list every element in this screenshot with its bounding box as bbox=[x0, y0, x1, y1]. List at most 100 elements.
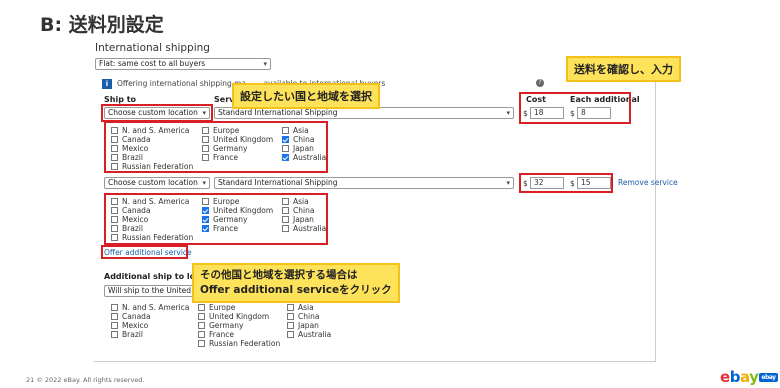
checkbox-unchecked-icon[interactable] bbox=[287, 331, 294, 338]
checkbox-unchecked-icon[interactable] bbox=[111, 207, 118, 214]
checkbox-checked-icon[interactable] bbox=[282, 154, 289, 161]
region-checkbox[interactable]: Canada bbox=[111, 135, 151, 144]
checkbox-unchecked-icon[interactable] bbox=[111, 145, 118, 152]
checkbox-unchecked-icon[interactable] bbox=[287, 304, 294, 311]
highlight-cost-2 bbox=[519, 173, 613, 193]
checkbox-unchecked-icon[interactable] bbox=[198, 340, 205, 347]
checkbox-unchecked-icon[interactable] bbox=[198, 313, 205, 320]
region-label: Mexico bbox=[122, 144, 149, 153]
checkbox-checked-icon[interactable] bbox=[202, 225, 209, 232]
region-checkbox[interactable]: Canada bbox=[111, 312, 151, 321]
footer: 21 © 2022 eBay. All rights reserved. bbox=[26, 376, 145, 384]
region-label: Germany bbox=[213, 215, 248, 224]
region-checkbox[interactable]: Russian Federation bbox=[198, 339, 280, 348]
checkbox-unchecked-icon[interactable] bbox=[282, 145, 289, 152]
col-ship-to: Ship to bbox=[104, 95, 137, 104]
region-checkbox[interactable]: China bbox=[282, 135, 314, 144]
region-checkbox[interactable]: Australia bbox=[282, 153, 326, 162]
region-label: Asia bbox=[293, 197, 309, 206]
checkbox-checked-icon[interactable] bbox=[202, 216, 209, 223]
checkbox-unchecked-icon[interactable] bbox=[111, 313, 118, 320]
region-checkbox[interactable]: Japan bbox=[282, 144, 314, 153]
region-label: France bbox=[213, 224, 238, 233]
checkbox-checked-icon[interactable] bbox=[282, 136, 289, 143]
checkbox-unchecked-icon[interactable] bbox=[282, 198, 289, 205]
region-checkbox[interactable]: Asia bbox=[287, 303, 314, 312]
region-checkbox[interactable]: Brazil bbox=[111, 153, 143, 162]
checkbox-unchecked-icon[interactable] bbox=[111, 322, 118, 329]
checkbox-unchecked-icon[interactable] bbox=[111, 216, 118, 223]
ship-to-select-2[interactable]: Choose custom location ▾ bbox=[104, 177, 210, 189]
callout-offer-additional: その他国と地域を選択する場合は Offer additional service… bbox=[192, 263, 400, 303]
region-checkbox[interactable]: Asia bbox=[282, 197, 309, 206]
region-checkbox[interactable]: Russian Federation bbox=[111, 162, 193, 171]
region-checkbox[interactable]: Australia bbox=[282, 224, 326, 233]
region-checkbox[interactable]: United Kingdom bbox=[198, 312, 269, 321]
region-checkbox[interactable]: France bbox=[202, 153, 238, 162]
region-checkbox[interactable]: France bbox=[198, 330, 234, 339]
checkbox-unchecked-icon[interactable] bbox=[111, 127, 118, 134]
checkbox-unchecked-icon[interactable] bbox=[202, 127, 209, 134]
region-checkbox[interactable]: Mexico bbox=[111, 144, 148, 153]
cost-type-select[interactable]: Flat: same cost to all buyers ▾ bbox=[95, 58, 271, 70]
region-checkbox[interactable]: Brazil bbox=[111, 330, 143, 339]
checkbox-unchecked-icon[interactable] bbox=[198, 322, 205, 329]
region-checkbox[interactable]: Asia bbox=[282, 126, 309, 135]
region-checkbox[interactable]: Germany bbox=[202, 215, 247, 224]
region-label: Canada bbox=[122, 312, 151, 321]
region-label: Europe bbox=[213, 197, 240, 206]
checkbox-unchecked-icon[interactable] bbox=[202, 154, 209, 161]
checkbox-unchecked-icon[interactable] bbox=[198, 331, 205, 338]
region-label: Germany bbox=[209, 321, 244, 330]
region-label: N. and S. America bbox=[122, 197, 190, 206]
region-checkbox[interactable]: Germany bbox=[202, 144, 247, 153]
region-checkbox[interactable]: Australia bbox=[287, 330, 331, 339]
checkbox-unchecked-icon[interactable] bbox=[111, 304, 118, 311]
region-checkbox[interactable]: Mexico bbox=[111, 215, 148, 224]
region-checkbox[interactable]: N. and S. America bbox=[111, 126, 189, 135]
checkbox-unchecked-icon[interactable] bbox=[111, 234, 118, 241]
checkbox-unchecked-icon[interactable] bbox=[111, 163, 118, 170]
checkbox-unchecked-icon[interactable] bbox=[287, 322, 294, 329]
region-checkbox[interactable]: France bbox=[202, 224, 238, 233]
callout-offer-line2: Offer additional serviceをクリック bbox=[200, 284, 392, 296]
checkbox-unchecked-icon[interactable] bbox=[282, 127, 289, 134]
checkbox-unchecked-icon[interactable] bbox=[282, 225, 289, 232]
checkbox-unchecked-icon[interactable] bbox=[111, 136, 118, 143]
checkbox-unchecked-icon[interactable] bbox=[282, 216, 289, 223]
checkbox-unchecked-icon[interactable] bbox=[111, 331, 118, 338]
region-checkbox[interactable]: Europe bbox=[202, 197, 239, 206]
remove-service-link[interactable]: Remove service bbox=[618, 178, 678, 187]
region-checkbox[interactable]: Brazil bbox=[111, 224, 143, 233]
region-checkbox[interactable]: China bbox=[282, 206, 314, 215]
region-checkbox[interactable]: Mexico bbox=[111, 321, 148, 330]
checkbox-unchecked-icon[interactable] bbox=[111, 198, 118, 205]
checkbox-unchecked-icon[interactable] bbox=[111, 154, 118, 161]
checkbox-unchecked-icon[interactable] bbox=[198, 304, 205, 311]
region-label: China bbox=[293, 206, 315, 215]
checkbox-unchecked-icon[interactable] bbox=[202, 145, 209, 152]
service-select-2[interactable]: Standard International Shipping ▾ bbox=[214, 177, 514, 189]
callout-select-country: 設定したい国と地域を選択 bbox=[232, 83, 380, 109]
help-icon[interactable]: ? bbox=[536, 79, 544, 87]
region-label: Mexico bbox=[122, 215, 149, 224]
checkbox-checked-icon[interactable] bbox=[202, 207, 209, 214]
region-checkbox[interactable]: United Kingdom bbox=[202, 135, 273, 144]
additional-ship-select[interactable]: Will ship to the United S bbox=[104, 285, 196, 297]
region-checkbox[interactable]: United Kingdom bbox=[202, 206, 273, 215]
region-checkbox[interactable]: N. and S. America bbox=[111, 197, 189, 206]
region-checkbox[interactable]: Russian Federation bbox=[111, 233, 193, 242]
checkbox-unchecked-icon[interactable] bbox=[111, 225, 118, 232]
region-checkbox[interactable]: Japan bbox=[287, 321, 319, 330]
region-checkbox[interactable]: Europe bbox=[198, 303, 235, 312]
region-checkbox[interactable]: Canada bbox=[111, 206, 151, 215]
checkbox-unchecked-icon[interactable] bbox=[282, 207, 289, 214]
region-checkbox[interactable]: N. and S. America bbox=[111, 303, 189, 312]
checkbox-unchecked-icon[interactable] bbox=[202, 136, 209, 143]
region-checkbox[interactable]: China bbox=[287, 312, 319, 321]
region-checkbox[interactable]: Japan bbox=[282, 215, 314, 224]
checkbox-unchecked-icon[interactable] bbox=[287, 313, 294, 320]
checkbox-unchecked-icon[interactable] bbox=[202, 198, 209, 205]
region-checkbox[interactable]: Europe bbox=[202, 126, 239, 135]
region-checkbox[interactable]: Germany bbox=[198, 321, 243, 330]
